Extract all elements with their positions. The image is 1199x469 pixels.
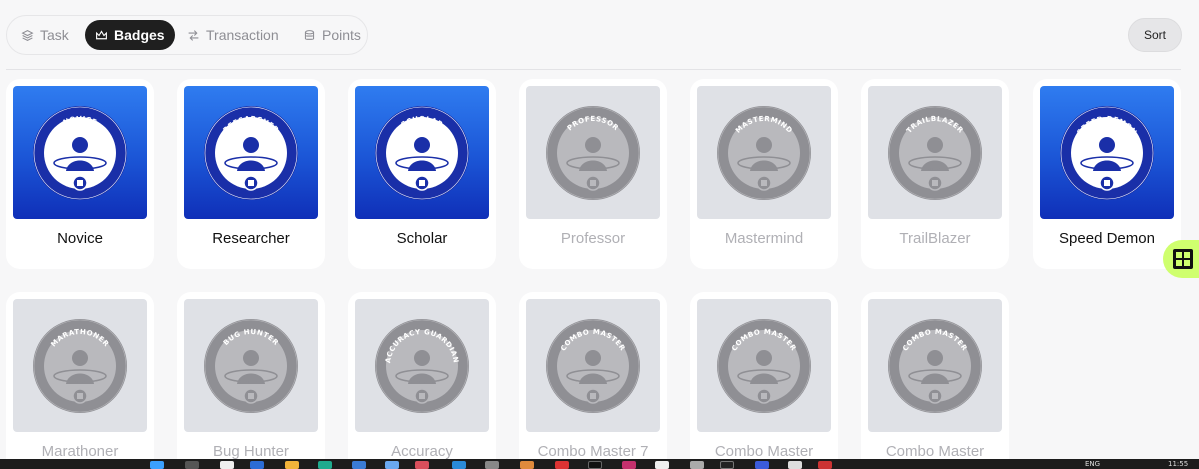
tab-task-label: Task bbox=[40, 27, 69, 43]
badge-image: ACCURACY GUARDIAN bbox=[355, 299, 489, 432]
badge-card[interactable]: COMBO MASTER Combo Master 7 bbox=[519, 292, 667, 469]
app-icon[interactable] bbox=[415, 461, 429, 469]
sort-button[interactable]: Sort bbox=[1128, 18, 1182, 52]
app-icon[interactable] bbox=[485, 461, 499, 469]
tab-points-label: Points bbox=[322, 27, 361, 43]
badge-image: COMBO MASTER bbox=[697, 299, 831, 432]
badge-medal-icon: TRAILBLAZER bbox=[888, 105, 982, 200]
app-icon[interactable] bbox=[250, 461, 264, 469]
badge-image: SCHOLAR bbox=[355, 86, 489, 219]
badge-medal-icon: BUG HUNTER bbox=[204, 318, 298, 413]
badge-image: SPEED DEMON bbox=[1040, 86, 1174, 219]
layers-icon bbox=[21, 29, 34, 41]
app-icon[interactable] bbox=[622, 461, 636, 469]
badge-medal-icon: COMBO MASTER bbox=[717, 318, 811, 413]
taskview-icon[interactable] bbox=[220, 461, 234, 469]
badge-name: Combo Master 7 bbox=[537, 443, 649, 460]
app-icon[interactable] bbox=[588, 461, 602, 469]
search-icon[interactable] bbox=[185, 461, 199, 469]
crown-icon bbox=[96, 29, 107, 39]
tab-task[interactable]: Task bbox=[11, 20, 79, 50]
badge-card[interactable]: COMBO MASTER Combo Master bbox=[861, 292, 1009, 469]
badge-image: COMBO MASTER bbox=[868, 299, 1002, 432]
tab-transaction-label: Transaction bbox=[206, 27, 279, 43]
tab-badges[interactable]: Badges bbox=[85, 20, 175, 50]
badge-image: NOVICE bbox=[13, 86, 147, 219]
os-taskbar: ENG 11:55 bbox=[0, 459, 1199, 469]
badge-card[interactable]: TRAILBLAZER TrailBlazer bbox=[861, 79, 1009, 269]
floating-widget-button[interactable] bbox=[1163, 240, 1199, 278]
badge-image: REESARCHER bbox=[184, 86, 318, 219]
badge-name: Scholar bbox=[396, 230, 448, 247]
badge-card[interactable]: MASTERMIND Mastermind bbox=[690, 79, 838, 269]
badge-medal-icon: PROFESSOR bbox=[546, 105, 640, 200]
folder-icon[interactable] bbox=[285, 461, 299, 469]
badge-name: Combo Master bbox=[885, 443, 985, 460]
app-icon[interactable] bbox=[720, 461, 734, 469]
badge-medal-icon: SPEED DEMON bbox=[1060, 105, 1154, 200]
browser-icon[interactable] bbox=[318, 461, 332, 469]
app-icon[interactable] bbox=[352, 461, 366, 469]
divider bbox=[6, 69, 1181, 70]
badge-name: Marathoner bbox=[41, 443, 119, 460]
badge-name: Novice bbox=[57, 230, 103, 247]
badge-card[interactable]: NOVICE Novice bbox=[6, 79, 154, 269]
app-icon[interactable] bbox=[555, 461, 569, 469]
badge-card[interactable]: PROFESSOR Professor bbox=[519, 79, 667, 269]
badge-card[interactable]: COMBO MASTER Combo Master bbox=[690, 292, 838, 469]
badge-name: Bug Hunter bbox=[213, 443, 289, 460]
badge-card[interactable]: MARATHONER Marathoner bbox=[6, 292, 154, 469]
app-icon[interactable] bbox=[385, 461, 399, 469]
badge-image: MARATHONER bbox=[13, 299, 147, 432]
tab-badges-label: Badges bbox=[114, 27, 165, 43]
badge-image: COMBO MASTER bbox=[526, 299, 660, 432]
clock[interactable]: 11:55 bbox=[1168, 460, 1188, 468]
app-icon[interactable] bbox=[452, 461, 466, 469]
badge-name: Professor bbox=[560, 230, 626, 247]
badge-medal-icon: SCHOLAR bbox=[375, 105, 469, 200]
app-icon[interactable] bbox=[788, 461, 802, 469]
badge-name: Researcher bbox=[212, 230, 290, 247]
badge-name: Speed Demon bbox=[1059, 230, 1155, 247]
badge-card[interactable]: REESARCHER Researcher bbox=[177, 79, 325, 269]
app-icon[interactable] bbox=[755, 461, 769, 469]
badge-medal-icon: REESARCHER bbox=[204, 105, 298, 200]
coins-icon bbox=[304, 29, 315, 40]
badge-medal-icon: MASTERMIND bbox=[717, 105, 811, 200]
badge-medal-icon: ACCURACY GUARDIAN bbox=[375, 318, 469, 413]
app-icon[interactable] bbox=[655, 461, 669, 469]
badge-medal-icon: MARATHONER bbox=[33, 318, 127, 413]
transaction-icon bbox=[188, 29, 199, 41]
badge-card[interactable]: SCHOLAR Scholar bbox=[348, 79, 496, 269]
badge-name: TrailBlazer bbox=[899, 230, 971, 247]
windows-start-icon[interactable] bbox=[150, 461, 164, 469]
badge-image: MASTERMIND bbox=[697, 86, 831, 219]
badge-medal-icon: NOVICE bbox=[33, 105, 127, 200]
badge-image: PROFESSOR bbox=[526, 86, 660, 219]
badge-card[interactable]: ACCURACY GUARDIAN Accuracy bbox=[348, 292, 496, 469]
language-indicator[interactable]: ENG bbox=[1085, 460, 1100, 468]
badge-image: BUG HUNTER bbox=[184, 299, 318, 432]
badge-medal-icon: COMBO MASTER bbox=[888, 318, 982, 413]
app-icon[interactable] bbox=[520, 461, 534, 469]
badge-medal-icon: COMBO MASTER bbox=[546, 318, 640, 413]
app-icon[interactable] bbox=[690, 461, 704, 469]
badge-card[interactable]: SPEED DEMON Speed Demon bbox=[1033, 79, 1181, 269]
app-icon[interactable] bbox=[818, 461, 832, 469]
badge-name: Mastermind bbox=[724, 230, 804, 247]
tab-points[interactable]: Points bbox=[293, 20, 371, 50]
badge-name: Accuracy bbox=[391, 443, 453, 460]
grid-logo-icon bbox=[1173, 249, 1193, 269]
badge-name: Combo Master bbox=[714, 443, 814, 460]
tab-bar: Task Badges Transaction Points bbox=[6, 15, 368, 55]
badge-card[interactable]: BUG HUNTER Bug Hunter bbox=[177, 292, 325, 469]
tab-transaction[interactable]: Transaction bbox=[177, 20, 289, 50]
badge-image: TRAILBLAZER bbox=[868, 86, 1002, 219]
